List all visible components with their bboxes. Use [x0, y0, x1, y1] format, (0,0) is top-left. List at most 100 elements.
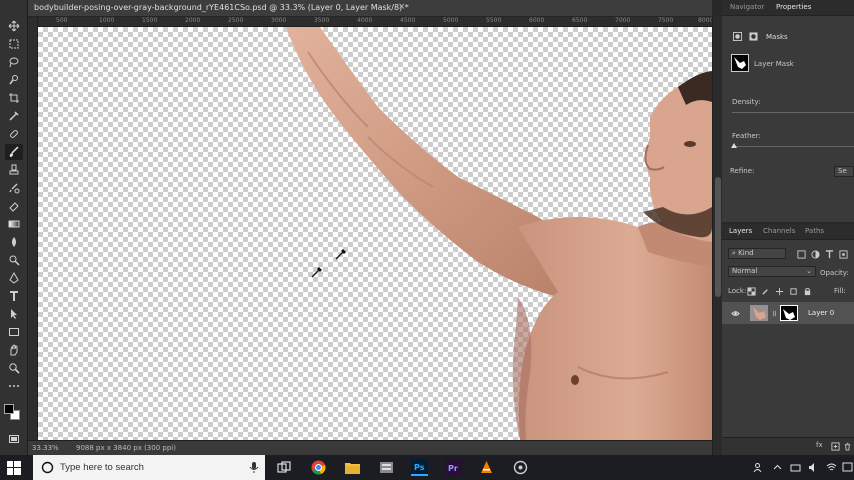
wifi-icon[interactable]	[826, 462, 837, 473]
vlc-icon[interactable]	[478, 459, 495, 476]
premiere-icon[interactable]: Pr	[445, 459, 462, 476]
zoom-tool-icon[interactable]	[5, 360, 23, 376]
lock-position-icon[interactable]	[774, 286, 784, 296]
lock-label: Lock:	[728, 287, 747, 295]
move-tool-icon[interactable]	[5, 18, 23, 34]
density-slider[interactable]	[732, 112, 854, 113]
canvas-vertical-scrollbar[interactable]	[712, 17, 722, 455]
eye-icon[interactable]	[730, 308, 740, 318]
svg-text:Ps: Ps	[414, 463, 425, 472]
vector-mask-icon[interactable]	[748, 31, 758, 41]
layer-mask-thumbnail-small[interactable]	[780, 305, 798, 321]
volume-icon[interactable]	[808, 462, 819, 473]
photoshop-icon[interactable]: Ps	[411, 459, 428, 476]
fill-label: Fill:	[834, 287, 846, 295]
hand-tool-icon[interactable]	[5, 342, 23, 358]
svg-text:Pr: Pr	[448, 464, 458, 473]
taskbar-search-box[interactable]: Type here to search	[33, 455, 265, 480]
ruler-label: 8000	[698, 17, 712, 24]
network-icon[interactable]	[790, 462, 801, 473]
link-icon[interactable]	[769, 308, 779, 318]
filter-shape-icon[interactable]	[838, 249, 848, 259]
clone-stamp-tool-icon[interactable]	[5, 162, 23, 178]
ruler-label: 2500	[228, 17, 244, 24]
document-canvas[interactable]	[38, 27, 712, 440]
ruler-label: 4000	[357, 17, 373, 24]
app-circle-icon[interactable]	[512, 459, 529, 476]
tools-panel	[0, 0, 28, 455]
healing-brush-tool-icon[interactable]	[5, 126, 23, 142]
lock-pixels-icon[interactable]	[760, 286, 770, 296]
refine-label: Refine:	[730, 167, 755, 175]
ruler-label: 4500	[400, 17, 416, 24]
tab-channels[interactable]: Channels	[763, 227, 795, 235]
dodge-tool-icon[interactable]	[5, 252, 23, 268]
ruler-label: 3000	[271, 17, 287, 24]
windows-start-icon[interactable]	[7, 461, 21, 475]
brush-tool-icon[interactable]	[5, 144, 23, 160]
task-view-icon[interactable]	[275, 459, 292, 476]
search-input[interactable]: Type here to search	[60, 462, 144, 473]
file-explorer-icon[interactable]	[344, 459, 361, 476]
kind-label: Kind	[738, 249, 754, 257]
layer-kind-filter[interactable]: ⌕ Kind	[728, 248, 786, 259]
quick-selection-tool-icon[interactable]	[5, 72, 23, 88]
properties-panel: Navigator Properties Masks Layer Mask De…	[722, 0, 854, 222]
more-tools-icon[interactable]	[5, 378, 23, 394]
people-icon[interactable]	[752, 462, 763, 473]
blend-mode-select[interactable]: Normal ⌄	[728, 266, 816, 277]
marquee-tool-icon[interactable]	[5, 36, 23, 52]
zoom-level[interactable]: 33.33%	[32, 444, 59, 452]
lock-transparent-icon[interactable]	[746, 286, 756, 296]
gradient-tool-icon[interactable]	[5, 216, 23, 232]
eyedropper-tool-icon[interactable]	[5, 108, 23, 124]
notification-icon[interactable]	[842, 462, 853, 473]
history-brush-tool-icon[interactable]	[5, 180, 23, 196]
chrome-icon[interactable]	[310, 459, 327, 476]
lock-all-icon[interactable]	[802, 286, 812, 296]
search-icon: ⌕	[732, 249, 736, 257]
microphone-icon[interactable]	[249, 461, 259, 474]
chevron-up-icon[interactable]	[772, 462, 783, 473]
type-tool-icon[interactable]	[5, 288, 23, 304]
layers-panel: Layers Channels Paths ⌕ Kind Normal ⌄ Op…	[722, 224, 854, 455]
tab-paths[interactable]: Paths	[805, 227, 824, 235]
delete-layer-icon[interactable]	[842, 441, 852, 451]
close-icon[interactable]: ×	[398, 2, 406, 12]
ruler-label: 7500	[658, 17, 674, 24]
pixel-mask-icon[interactable]	[732, 31, 742, 41]
tab-properties[interactable]: Properties	[776, 3, 811, 11]
horizontal-ruler: 500 1000 1500 2000 2500 3000 3500 4000 4…	[38, 17, 712, 27]
app-icon[interactable]	[378, 459, 395, 476]
layer-mask-thumbnail[interactable]	[731, 54, 749, 72]
filter-pixel-icon[interactable]	[796, 249, 806, 259]
ruler-label: 7000	[615, 17, 631, 24]
pen-tool-icon[interactable]	[5, 270, 23, 286]
properties-panel-tabs: Navigator Properties	[722, 0, 854, 16]
layer-thumbnail[interactable]	[750, 305, 768, 321]
path-selection-tool-icon[interactable]	[5, 306, 23, 322]
scrollbar-thumb[interactable]	[715, 177, 721, 297]
screen-mode-icon[interactable]	[5, 431, 23, 447]
lock-artboard-icon[interactable]	[788, 286, 798, 296]
tab-navigator[interactable]: Navigator	[730, 3, 764, 11]
layer-row[interactable]: Layer 0	[722, 302, 854, 324]
ruler-label: 2000	[185, 17, 201, 24]
layer-name[interactable]: Layer 0	[808, 309, 834, 317]
rectangle-tool-icon[interactable]	[5, 324, 23, 340]
lasso-tool-icon[interactable]	[5, 54, 23, 70]
feather-slider-knob[interactable]	[731, 143, 737, 148]
document-tab[interactable]: bodybuilder-posing-over-gray-background_…	[28, 0, 712, 17]
tab-layers[interactable]: Layers	[729, 227, 752, 235]
foreground-color-swatch-front[interactable]	[4, 404, 14, 414]
blur-tool-icon[interactable]	[5, 234, 23, 250]
filter-adjustment-icon[interactable]	[810, 249, 820, 259]
select-and-mask-button[interactable]: Se	[834, 166, 854, 177]
feather-slider[interactable]	[732, 146, 854, 147]
document-info: 9088 px x 3840 px (300 ppi)	[76, 444, 176, 452]
eraser-tool-icon[interactable]	[5, 198, 23, 214]
filter-type-icon[interactable]	[824, 249, 834, 259]
fx-button[interactable]: fx	[816, 441, 823, 449]
new-layer-icon[interactable]	[830, 441, 840, 451]
crop-tool-icon[interactable]	[5, 90, 23, 106]
